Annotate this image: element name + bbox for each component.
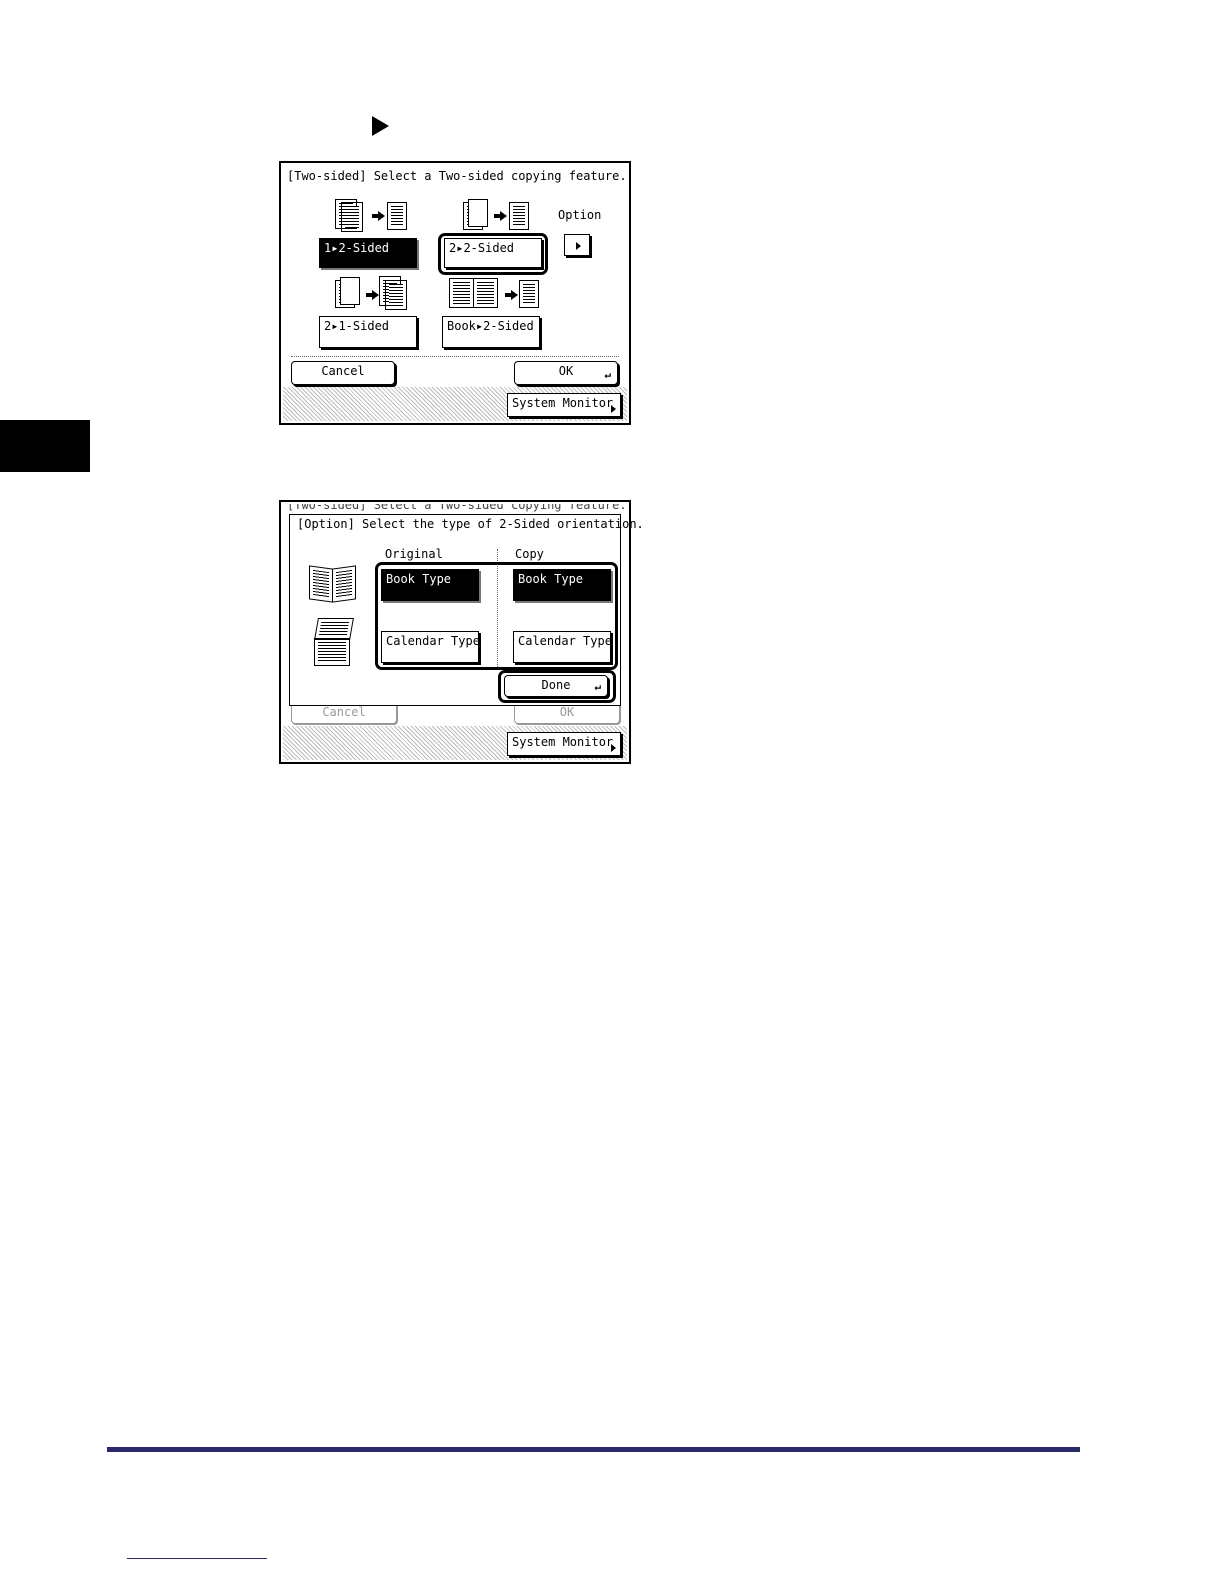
chapter-tab [0, 420, 90, 472]
book-to-two-sided-button[interactable]: Book▸2-Sided [442, 316, 540, 348]
cancel-label: Cancel [321, 364, 365, 378]
one-to-two-sided-icon [335, 199, 407, 233]
type-options-highlight [375, 562, 618, 670]
divider [291, 356, 619, 357]
footer-rule [107, 1447, 1080, 1452]
one-to-two-sided-label: 1▸2-Sided [324, 241, 390, 255]
return-icon: ↵ [604, 368, 611, 381]
system-monitor-button[interactable]: System Monitor [507, 732, 621, 756]
footer-link-underline [127, 1558, 267, 1559]
system-monitor-arrow-icon [611, 405, 616, 413]
copy-header: Copy [515, 547, 544, 561]
cancel-button[interactable]: Cancel [291, 361, 395, 385]
calendar-type-icon [312, 618, 358, 668]
one-to-two-sided-button[interactable]: 1▸2-Sided [319, 238, 417, 268]
behind-message: [Two-sided] Select a Two-sided copying f… [287, 504, 627, 512]
option-arrow-icon [576, 242, 581, 250]
ok-button[interactable]: OK ↵ [514, 361, 618, 385]
dialog-message: [Option] Select the type of 2-Sided orie… [297, 517, 644, 531]
two-to-one-sided-button[interactable]: 2▸1-Sided [319, 316, 417, 348]
system-monitor-arrow-icon [611, 744, 616, 752]
system-monitor-label: System Monitor [512, 735, 614, 749]
option-dialog: [Option] Select the type of 2-Sided orie… [289, 514, 644, 706]
option-screen: [Two-sided] Select a Two-sided copying f… [279, 500, 644, 764]
book-type-icon [307, 563, 359, 605]
two-to-two-sided-icon [463, 199, 535, 233]
two-sided-screen: [Two-sided] Select a Two-sided copying f… [279, 161, 631, 425]
screen-message: [Two-sided] Select a Two-sided copying f… [287, 169, 627, 183]
two-to-one-sided-icon [335, 276, 407, 312]
book-to-two-sided-label: Book▸2-Sided [447, 319, 534, 333]
option-button[interactable] [564, 234, 590, 256]
ok-label: OK [558, 364, 574, 378]
status-bar: System Monitor [283, 387, 627, 421]
behind-message-clip: [Two-sided] Select a Two-sided copying f… [283, 504, 627, 514]
step-arrow-icon [372, 116, 389, 136]
cancel-label: Cancel [322, 705, 366, 719]
two-to-two-highlight [438, 233, 548, 275]
system-monitor-label: System Monitor [512, 396, 614, 410]
status-bar: System Monitor [283, 726, 627, 760]
option-label: Option [558, 208, 602, 222]
book-to-two-sided-icon [449, 276, 539, 312]
ok-label: OK [559, 705, 575, 719]
two-to-one-sided-label: 2▸1-Sided [324, 319, 390, 333]
system-monitor-button[interactable]: System Monitor [507, 393, 621, 417]
original-header: Original [385, 547, 443, 561]
done-highlight [498, 670, 616, 703]
